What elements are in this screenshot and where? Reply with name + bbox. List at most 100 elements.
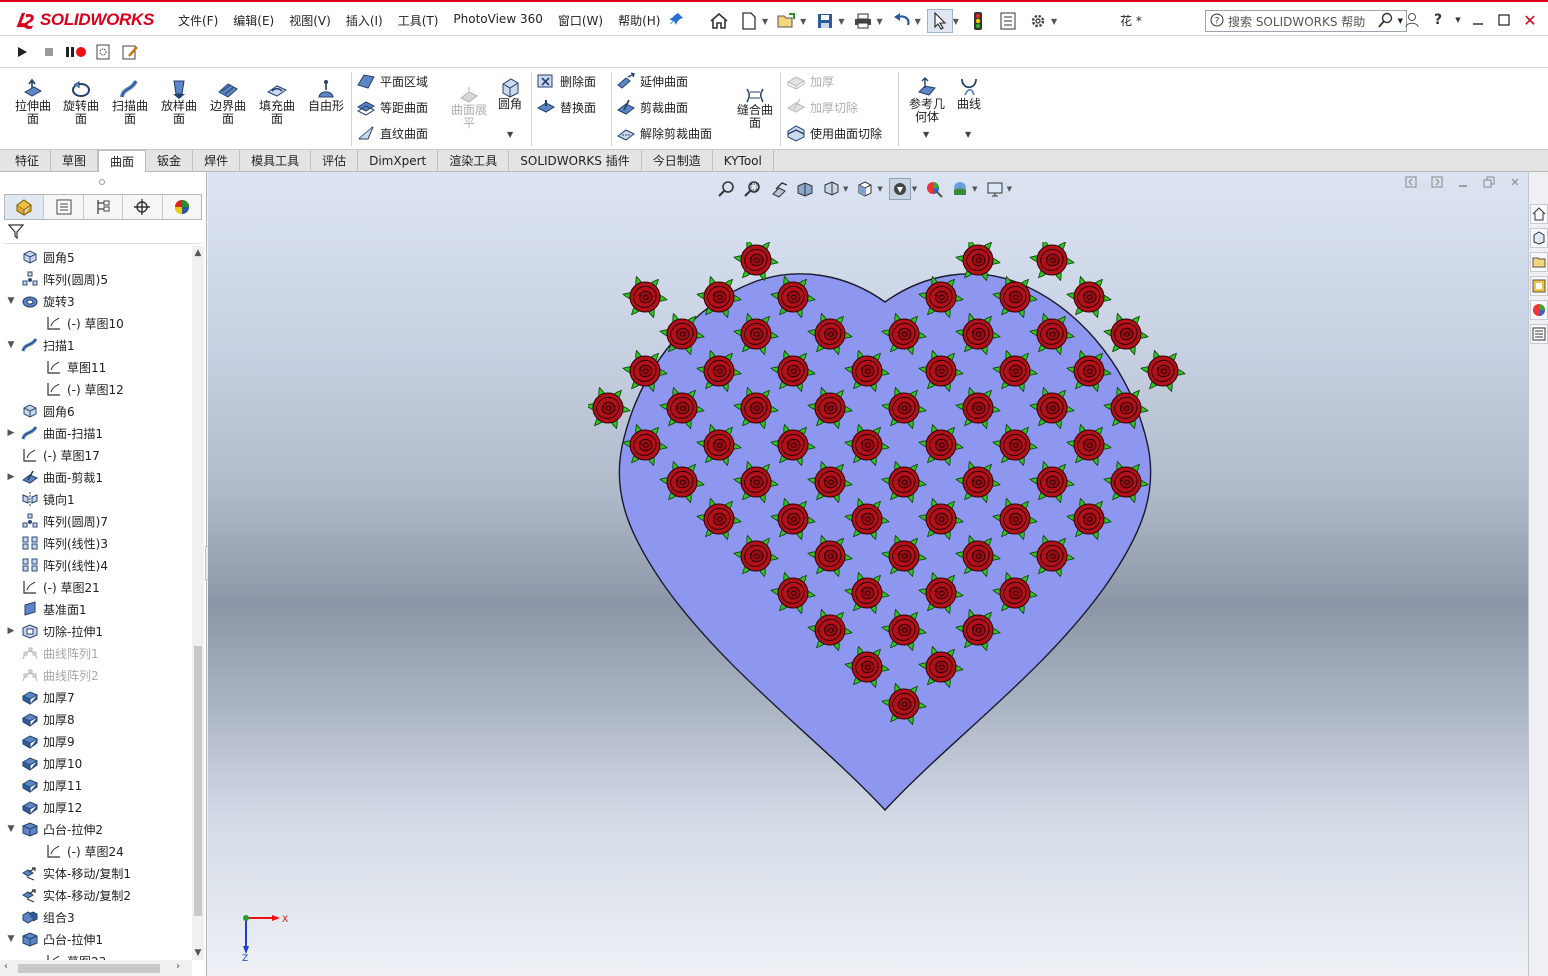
solidworks-resources-icon[interactable] xyxy=(1530,204,1548,224)
view-orientation-icon[interactable] xyxy=(854,178,876,200)
tree-item[interactable]: 组合3 xyxy=(6,906,75,928)
tree-item[interactable]: ▼ 旋转3 xyxy=(6,290,75,312)
tab-kytool[interactable]: KYTool xyxy=(712,150,774,171)
dimxpert-manager-tab-icon[interactable] xyxy=(123,195,163,219)
extruded-surface-button[interactable]: 拉伸曲面 xyxy=(10,74,56,140)
macro-record-icon[interactable] xyxy=(64,40,88,64)
macro-run-icon[interactable] xyxy=(10,40,34,64)
select-arrow-icon[interactable] xyxy=(926,9,953,33)
filled-surface-button[interactable]: 填充曲面 xyxy=(254,74,300,140)
fillet-dropdown-icon[interactable]: ▼ xyxy=(507,130,513,139)
dynamic-annotation-icon[interactable] xyxy=(820,178,842,200)
close-icon[interactable]: ✕ xyxy=(1518,8,1542,32)
menu-photoview[interactable]: PhotoView 360 xyxy=(453,12,542,29)
scroll-right-icon[interactable]: › xyxy=(176,961,180,972)
apply-scene-icon[interactable] xyxy=(949,178,971,200)
scroll-up-icon[interactable]: ▲ xyxy=(193,248,203,258)
filter-icon[interactable] xyxy=(7,223,25,242)
scroll-thumb[interactable] xyxy=(194,646,202,916)
flatten-surface-button[interactable]: 曲面展平 xyxy=(446,78,492,144)
panel-grip-handle[interactable] xyxy=(99,179,105,185)
tab-features[interactable]: 特征 xyxy=(4,150,52,171)
replace-face-button[interactable]: 替换面 xyxy=(536,96,596,118)
tree-item[interactable]: (-) 草图17 xyxy=(6,444,100,466)
feature-manager-tab-icon[interactable] xyxy=(5,195,45,219)
curves-dropdown-icon[interactable]: ▼ xyxy=(965,130,971,139)
select-dropdown-icon[interactable]: ▼ xyxy=(953,17,959,26)
minimize-icon[interactable] xyxy=(1466,8,1490,32)
tree-item[interactable]: 阵列(圆周)5 xyxy=(6,268,108,290)
tree-expander-icon[interactable]: ▼ xyxy=(6,340,16,350)
tree-expander-icon[interactable]: ▼ xyxy=(6,296,16,306)
freeform-button[interactable]: 自由形 xyxy=(303,74,349,140)
tree-item[interactable]: 圆角5 xyxy=(6,246,75,268)
tab-solidworks-addins[interactable]: SOLIDWORKS 插件 xyxy=(509,150,642,171)
maximize-icon[interactable] xyxy=(1492,8,1516,32)
viewport-close-icon[interactable]: ✕ xyxy=(1502,172,1528,192)
menu-view[interactable]: 视图(V) xyxy=(289,12,331,29)
lofted-surface-button[interactable]: 放样曲面 xyxy=(156,74,202,140)
menu-help[interactable]: 帮助(H) xyxy=(618,12,660,29)
save-icon[interactable] xyxy=(812,9,838,33)
tree-item[interactable]: 圆角6 xyxy=(6,400,75,422)
open-icon[interactable] xyxy=(774,9,800,33)
tree-filter-row[interactable] xyxy=(4,222,202,244)
tree-item[interactable]: 加厚12 xyxy=(6,796,82,818)
annotation-dropdown-icon[interactable]: ▼ xyxy=(843,185,848,193)
undo-dropdown-icon[interactable]: ▼ xyxy=(915,17,921,26)
zoom-to-fit-icon[interactable] xyxy=(716,178,738,200)
horizontal-scroll-thumb[interactable] xyxy=(18,964,160,973)
viewport-minimize-icon[interactable] xyxy=(1450,172,1476,192)
custom-properties-icon[interactable] xyxy=(1530,324,1548,344)
view-settings-monitor-icon[interactable] xyxy=(984,178,1006,200)
offset-surface-button[interactable]: 等距曲面 xyxy=(356,96,428,118)
tab-mold-tools[interactable]: 模具工具 xyxy=(240,150,312,171)
menu-window[interactable]: 窗口(W) xyxy=(558,12,603,29)
reference-geometry-dropdown-icon[interactable]: ▼ xyxy=(923,130,929,139)
display-manager-tab-icon[interactable] xyxy=(163,195,201,219)
zoom-to-area-icon[interactable] xyxy=(742,178,764,200)
help-dropdown-icon[interactable]: ▼ xyxy=(1452,8,1464,32)
rebuild-traffic-light-icon[interactable] xyxy=(965,9,991,33)
help-menu-icon[interactable]: ? xyxy=(1426,8,1450,32)
tree-expander-icon[interactable]: ▼ xyxy=(6,824,16,834)
tree-item[interactable]: ▼ 扫描1 xyxy=(6,334,75,356)
thickened-cut-button[interactable]: 加厚切除 xyxy=(786,96,858,118)
graphics-area[interactable]: ▼ ▼ ▼ ▼ ▼ ✕ X Z xyxy=(208,172,1528,976)
tree-item[interactable]: 加厚9 xyxy=(6,730,75,752)
tree-item[interactable]: ▶ 曲面-扫描1 xyxy=(6,422,103,444)
tree-item[interactable]: (-) 草图12 xyxy=(30,378,124,400)
appearances-icon[interactable] xyxy=(1530,300,1548,320)
tree-item[interactable]: ▼ 凸台-拉伸1 xyxy=(6,928,103,950)
scene-dropdown-icon[interactable]: ▼ xyxy=(972,185,977,193)
tree-item[interactable]: 实体-移动/复制1 xyxy=(6,862,131,884)
tree-vertical-scrollbar[interactable]: ▲ ▼ xyxy=(192,246,204,960)
tree-item[interactable]: 阵列(线性)3 xyxy=(6,532,108,554)
tab-render-tools[interactable]: 渲染工具 xyxy=(438,150,510,171)
boundary-surface-button[interactable]: 边界曲面 xyxy=(205,74,251,140)
thicken-button[interactable]: 加厚 xyxy=(786,70,834,92)
cut-with-surface-button[interactable]: 使用曲面切除 xyxy=(786,122,882,144)
extend-surface-button[interactable]: 延伸曲面 xyxy=(616,70,688,92)
configuration-manager-tab-icon[interactable] xyxy=(84,195,124,219)
undo-icon[interactable] xyxy=(889,9,915,33)
tab-manufacturing[interactable]: 今日制造 xyxy=(641,150,713,171)
tree-item[interactable]: 加厚10 xyxy=(6,752,82,774)
tree-item[interactable]: 曲线阵列2 xyxy=(6,664,99,686)
scroll-left-icon[interactable]: ‹ xyxy=(4,961,8,972)
tab-sheet-metal[interactable]: 钣金 xyxy=(146,150,194,171)
menu-insert[interactable]: 插入(I) xyxy=(346,12,383,29)
view-orientation-dropdown-icon[interactable]: ▼ xyxy=(877,185,882,193)
tab-sketch[interactable]: 草图 xyxy=(51,150,99,171)
view-settings-dropdown-icon[interactable]: ▼ xyxy=(1007,185,1012,193)
tab-evaluate[interactable]: 评估 xyxy=(311,150,359,171)
tree-item[interactable]: 加厚8 xyxy=(6,708,75,730)
options-dropdown-icon[interactable]: ▼ xyxy=(1051,17,1057,26)
reference-geometry-button[interactable]: 参考几何体 xyxy=(904,72,950,138)
file-explorer-icon[interactable] xyxy=(1530,252,1548,272)
tree-item[interactable]: (-) 草图24 xyxy=(30,840,124,862)
swept-surface-button[interactable]: 扫描曲面 xyxy=(107,74,153,140)
viewport-restore-icon[interactable] xyxy=(1476,172,1502,192)
pin-icon[interactable] xyxy=(670,12,684,26)
menu-file[interactable]: 文件(F) xyxy=(178,12,218,29)
